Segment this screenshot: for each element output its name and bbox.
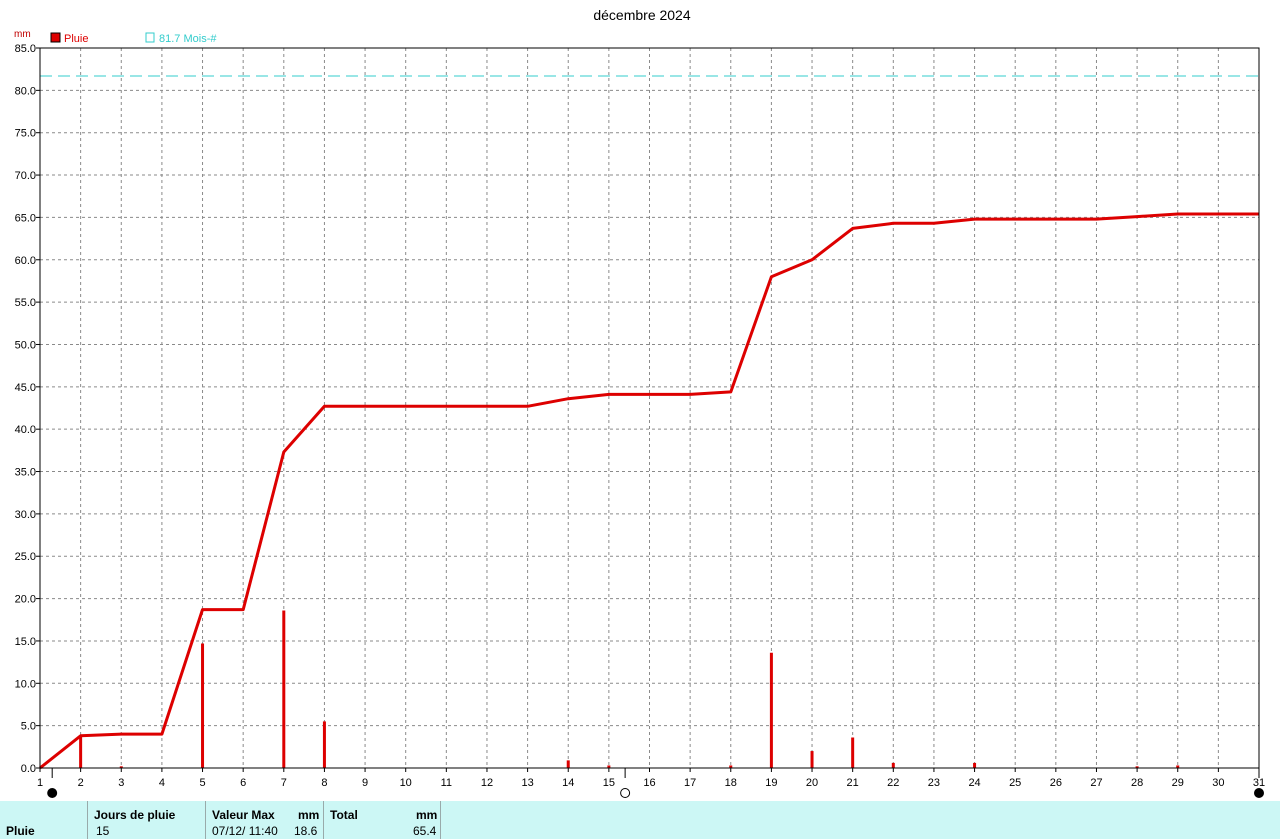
- y-tick-label: 60.0: [15, 255, 36, 267]
- stats-panel: Pluie Jours de pluie 15 Valeur Max mm 07…: [0, 801, 1280, 839]
- x-tick-label: 5: [199, 777, 205, 789]
- x-tick-label: 21: [847, 777, 859, 789]
- x-tick-label: 24: [968, 777, 980, 789]
- x-tick-label: 28: [1131, 777, 1143, 789]
- stats-max-date: 07/12/ 11:40: [212, 824, 278, 838]
- y-tick-label: 40.0: [15, 424, 36, 436]
- x-tick-label: 30: [1212, 777, 1224, 789]
- x-tick-label: 9: [362, 777, 368, 789]
- y-tick-label: 5.0: [21, 721, 36, 733]
- x-tick-label: 8: [321, 777, 327, 789]
- x-tick-label: 4: [159, 777, 165, 789]
- moon-glyph: [620, 788, 631, 798]
- y-tick-label: 80.0: [15, 85, 36, 97]
- x-tick-label: 6: [240, 777, 246, 789]
- stats-total-unit: mm: [416, 808, 438, 822]
- chart: décembre 2024 mm Pluie 81.7 Mois-# 0.0 5.…: [14, 7, 1265, 798]
- legend-swatch-pluie: [50, 32, 61, 43]
- stats-max-cell: Valeur Max mm 07/12/ 11:40 18.6: [206, 801, 324, 839]
- x-tick-label: 25: [1009, 777, 1021, 789]
- legend-swatch-reference: [145, 32, 155, 43]
- x-tick-label: 11: [441, 777, 452, 789]
- stats-rain-days-value: 15: [96, 824, 110, 838]
- y-tick-label: 10.0: [15, 678, 36, 690]
- x-tick-label: 12: [481, 777, 493, 789]
- stats-row-label-cell: Pluie: [0, 801, 88, 839]
- x-tick-label: 20: [806, 777, 818, 789]
- x-tick-label: 17: [684, 777, 696, 789]
- y-tick-label: 55.0: [15, 297, 36, 309]
- x-tick-label: 13: [521, 777, 533, 789]
- legend: Pluie 81.7 Mois-#: [50, 32, 217, 45]
- y-tick-label: 25.0: [15, 551, 36, 563]
- x-tick-label: 1: [37, 777, 43, 789]
- x-tick-label: 19: [765, 777, 777, 789]
- y-tick-label: 65.0: [15, 212, 36, 224]
- x-tick-label: 31: [1253, 777, 1265, 789]
- y-tick-label: 75.0: [15, 128, 36, 140]
- full-moon-icon: [620, 768, 631, 798]
- x-tick-label: 18: [725, 777, 737, 789]
- x-tick-label: 23: [928, 777, 940, 789]
- y-tick-label: 15.0: [15, 636, 36, 648]
- stats-max-unit: mm: [298, 808, 320, 822]
- y-tick-label: 85.0: [15, 43, 36, 55]
- legend-label-pluie: Pluie: [64, 33, 88, 45]
- y-unit-label: mm: [14, 29, 31, 40]
- moon-glyph: [47, 788, 58, 798]
- chart-title: décembre 2024: [593, 7, 691, 23]
- y-tick-label: 50.0: [15, 339, 36, 351]
- y-tick-label: 30.0: [15, 509, 36, 521]
- x-tick-label: 3: [118, 777, 124, 789]
- x-tick-label: 14: [562, 777, 574, 789]
- x-tick-label: 10: [400, 777, 412, 789]
- x-tick-label: 2: [78, 777, 84, 789]
- x-tick-label: 26: [1050, 777, 1062, 789]
- y-tick-label: 70.0: [15, 170, 36, 182]
- stats-max-header: Valeur Max: [212, 808, 275, 822]
- legend-label-reference: 81.7 Mois-#: [159, 33, 217, 45]
- y-tick-label: 20.0: [15, 594, 36, 606]
- x-tick-label: 16: [643, 777, 655, 789]
- x-tick-label: 7: [281, 777, 287, 789]
- stats-max-value: 18.6: [294, 824, 318, 838]
- x-tick-label: 15: [603, 777, 615, 789]
- stats-rain-days-cell: Jours de pluie 15: [88, 801, 206, 839]
- new-moon-icon: [47, 768, 58, 798]
- stats-rain-days-header: Jours de pluie: [94, 808, 176, 822]
- stats-row-label: Pluie: [6, 824, 35, 838]
- stats-total-value: 65.4: [413, 824, 437, 838]
- y-tick-label: 0.0: [21, 763, 36, 775]
- stats-total-header: Total: [330, 808, 358, 822]
- y-tick-label: 45.0: [15, 382, 36, 394]
- x-tick-label: 27: [1090, 777, 1102, 789]
- y-tick-label: 35.0: [15, 467, 36, 479]
- stats-total-cell: Total mm 65.4: [324, 801, 441, 839]
- x-tick-label: 22: [887, 777, 899, 789]
- moon-glyph: [1254, 788, 1264, 798]
- x-tick-label: 29: [1172, 777, 1184, 789]
